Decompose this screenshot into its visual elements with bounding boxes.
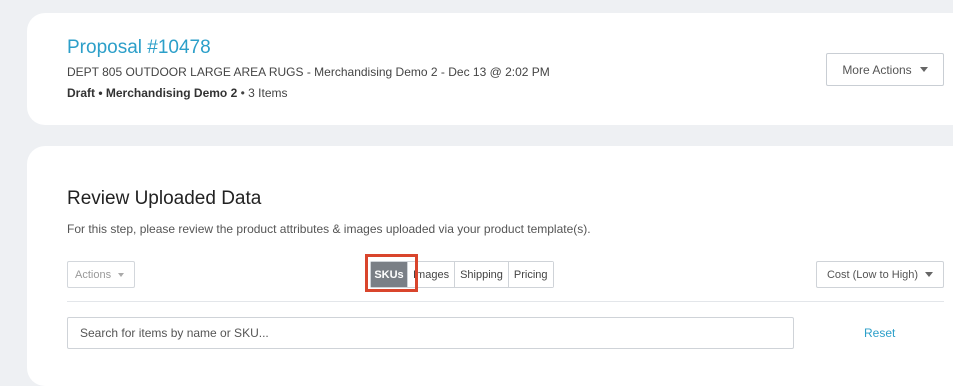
reset-link[interactable]: Reset bbox=[864, 326, 895, 340]
actions-dropdown[interactable]: Actions bbox=[67, 261, 135, 288]
search-input[interactable] bbox=[67, 317, 794, 349]
proposal-meta: Draft • Merchandising Demo 2 • 3 Items bbox=[67, 86, 288, 100]
data-view-tabs: SKUs Images Shipping Pricing bbox=[370, 261, 554, 288]
actions-label: Actions bbox=[75, 268, 112, 281]
meta-separator: • bbox=[237, 86, 249, 100]
sort-dropdown[interactable]: Cost (Low to High) bbox=[816, 261, 944, 288]
proposal-header-card: Proposal #10478 DEPT 805 OUTDOOR LARGE A… bbox=[27, 13, 953, 125]
chevron-down-icon bbox=[118, 272, 125, 277]
section-title: Review Uploaded Data bbox=[67, 188, 262, 209]
review-card: Review Uploaded Data For this step, plea… bbox=[27, 146, 953, 386]
proposal-status: Draft bbox=[67, 86, 96, 100]
proposal-item-count: 3 Items bbox=[248, 86, 288, 100]
more-actions-button[interactable]: More Actions bbox=[826, 53, 944, 86]
tab-shipping[interactable]: Shipping bbox=[454, 262, 508, 287]
tab-images[interactable]: Images bbox=[407, 262, 455, 287]
more-actions-label: More Actions bbox=[842, 62, 912, 77]
section-description: For this step, please review the product… bbox=[67, 222, 591, 236]
chevron-down-icon bbox=[925, 272, 934, 277]
meta-separator: • bbox=[95, 86, 106, 100]
sort-label: Cost (Low to High) bbox=[826, 268, 919, 281]
proposal-title: Proposal #10478 bbox=[67, 37, 211, 58]
chevron-down-icon bbox=[919, 67, 928, 72]
proposal-company: Merchandising Demo 2 bbox=[105, 86, 238, 100]
proposal-subtitle: DEPT 805 OUTDOOR LARGE AREA RUGS - Merch… bbox=[67, 65, 550, 79]
tab-pricing[interactable]: Pricing bbox=[507, 262, 553, 287]
divider bbox=[67, 301, 944, 302]
tab-skus[interactable]: SKUs bbox=[371, 262, 407, 287]
